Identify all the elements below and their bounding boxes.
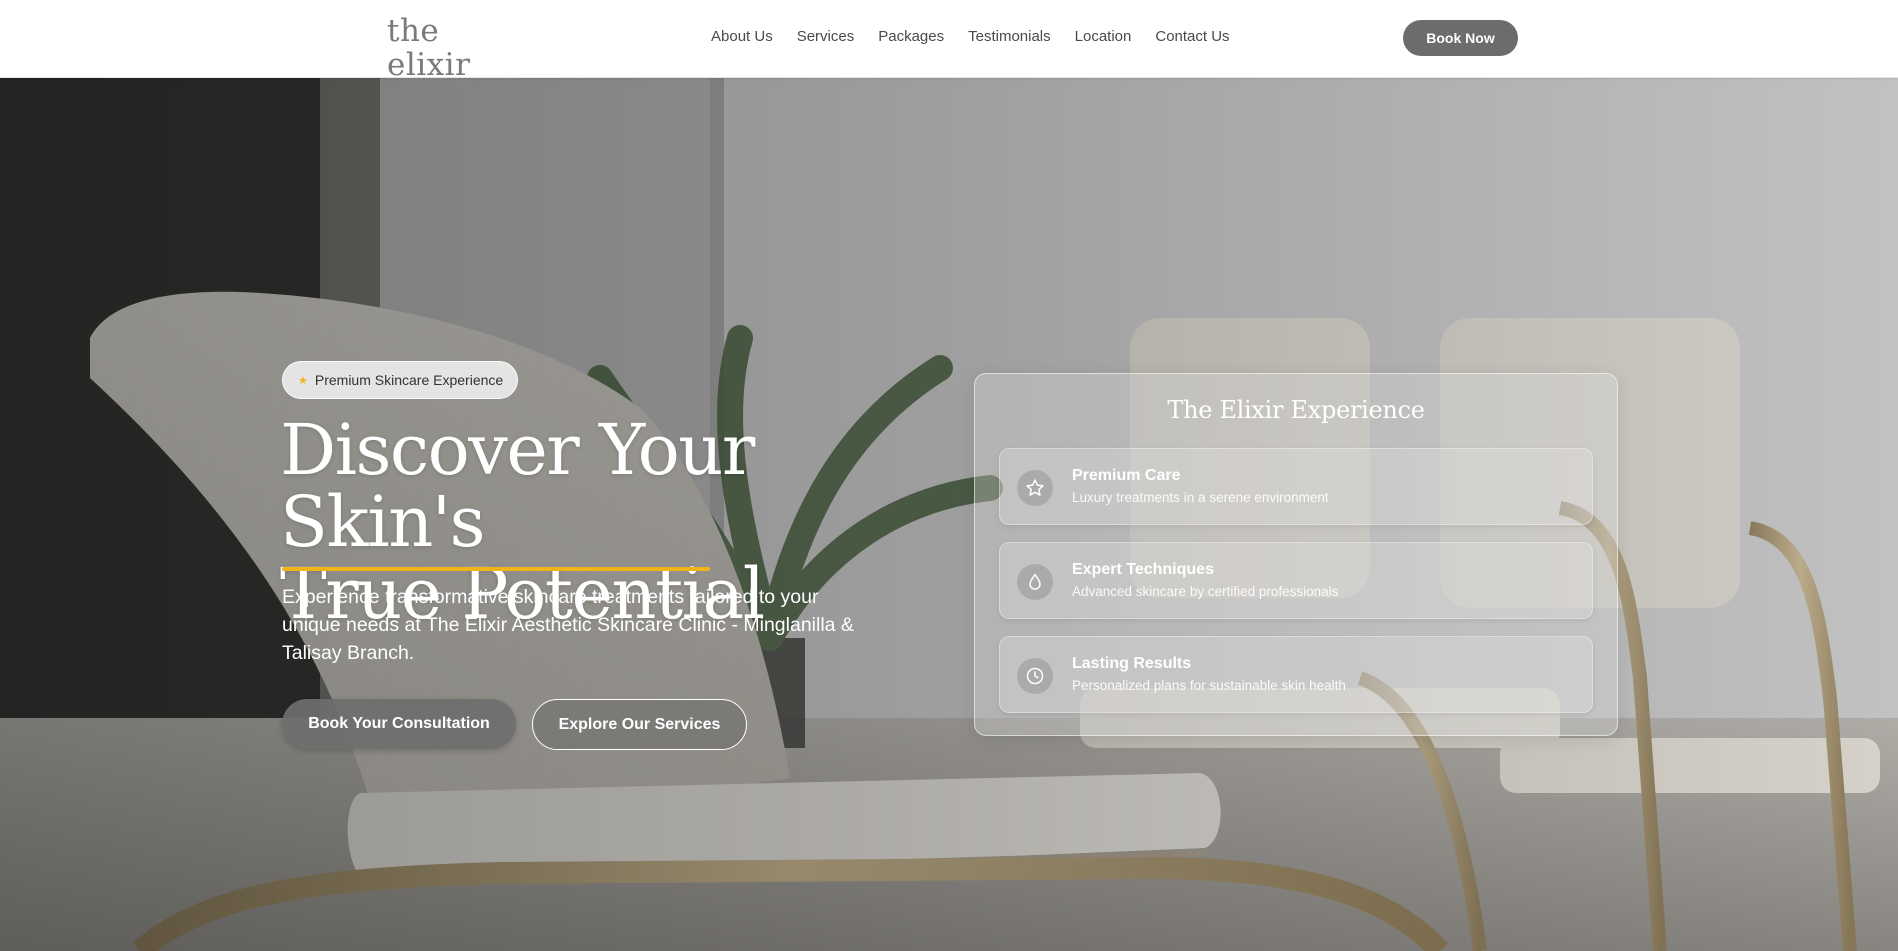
nav-link-testimonials[interactable]: Testimonials [968, 28, 1051, 45]
nav-link-packages[interactable]: Packages [878, 28, 944, 45]
explore-services-button[interactable]: Explore Our Services [532, 699, 747, 750]
hero-title-line-1: Discover Your Skin's [280, 409, 755, 563]
clock-icon [1017, 658, 1053, 694]
droplet-icon [1017, 564, 1053, 600]
nav-link-services[interactable]: Services [797, 28, 855, 45]
hero-description: Experience transformative skincare treat… [282, 586, 854, 664]
nav-link-location[interactable]: Location [1075, 28, 1132, 45]
experience-card-title: The Elixir Experience [1167, 396, 1425, 424]
premium-badge: ★ Premium Skincare Experience [282, 361, 518, 399]
nav-link-about-us[interactable]: About Us [711, 28, 773, 45]
top-navbar: the elixir AESTHETIC SKINCARE CLINIC Abo… [0, 0, 1898, 84]
experience-item-title: Expert Techniques [1072, 561, 1214, 578]
experience-item-premium-care: Premium Care Luxury treatments in a sere… [999, 448, 1593, 525]
book-consultation-button[interactable]: Book Your Consultation [282, 699, 516, 749]
brand-logo[interactable]: the elixir AESTHETIC SKINCARE CLINIC [387, 14, 519, 84]
experience-item-title: Lasting Results [1072, 655, 1192, 672]
experience-item-lasting-results: Lasting Results Personalized plans for s… [999, 636, 1593, 713]
experience-item-subtitle: Advanced skincare by certified professio… [1072, 584, 1339, 599]
book-now-button[interactable]: Book Now [1403, 20, 1518, 56]
logo-tagline: AESTHETIC SKINCARE CLINIC [405, 78, 521, 84]
experience-item-title: Premium Care [1072, 467, 1181, 484]
experience-item-subtitle: Luxury treatments in a serene environmen… [1072, 490, 1329, 505]
nav-link-contact-us[interactable]: Contact Us [1155, 28, 1229, 45]
experience-card: The Elixir Experience Premium Care Luxur… [974, 373, 1618, 736]
title-underline-accent [282, 567, 710, 571]
badge-label: Premium Skincare Experience [314, 372, 504, 388]
logo-wordmark: the elixir [387, 13, 471, 83]
experience-item-expert-techniques: Expert Techniques Advanced skincare by c… [999, 542, 1593, 619]
badge-star-icon: ★ [298, 374, 308, 387]
experience-item-subtitle: Personalized plans for sustainable skin … [1072, 678, 1346, 693]
hero-section: ★ Premium Skincare Experience Discover Y… [0, 78, 1898, 951]
main-nav: About Us Services Packages Testimonials … [711, 28, 1254, 45]
star-icon [1017, 470, 1053, 506]
